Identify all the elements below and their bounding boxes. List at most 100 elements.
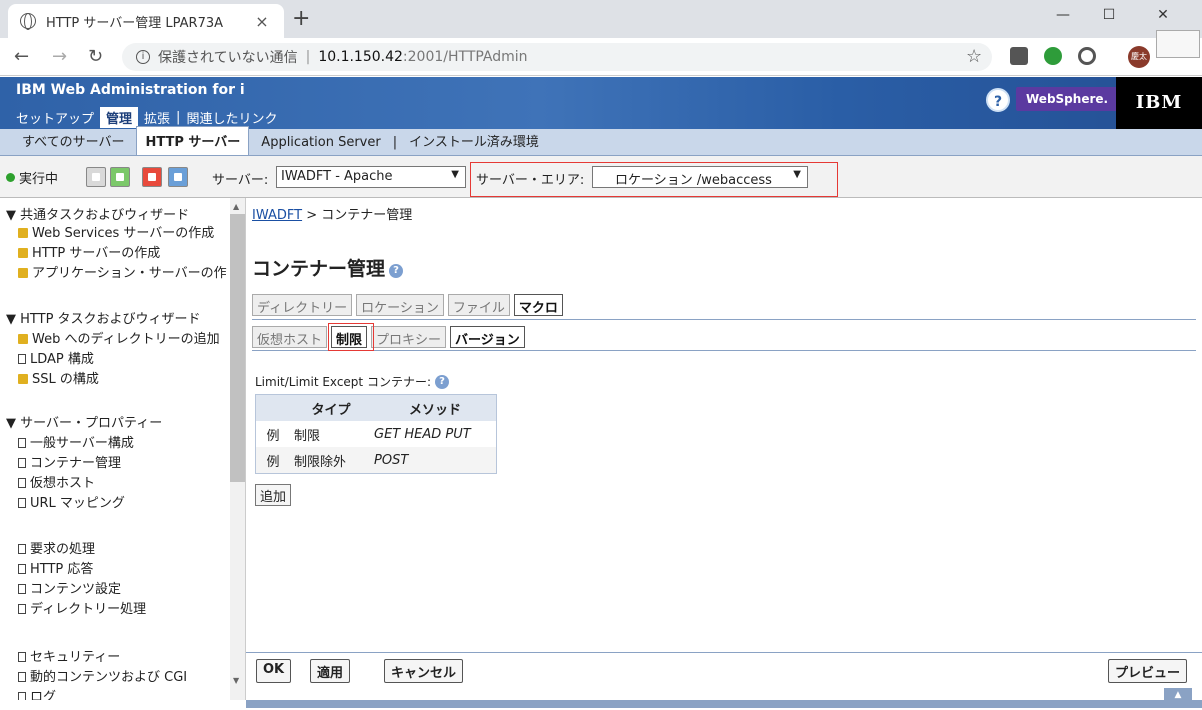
page-icon [18,458,26,468]
sidebar-item-label: URL マッピング [30,496,125,511]
tab-virtual-host[interactable]: 仮想ホスト [252,326,328,348]
sidebar-item-directory-handling[interactable]: ディレクトリー処理 [18,598,146,617]
start-button[interactable] [86,167,106,187]
sidebar-item-container-mgmt[interactable]: コンテナー管理 [18,452,121,471]
tab-application-server[interactable]: Application Server [253,135,388,155]
sidebar-item-create-app-server[interactable]: アプリケーション・サーバーの作 [18,262,227,281]
ok-button[interactable]: OK [256,659,292,683]
maximize-button[interactable]: ☐ [1086,0,1132,30]
sidebar-item-general-config[interactable]: 一般サーバー構成 [18,432,134,451]
url-host: 10.1.150.42 [318,49,403,65]
running-status-icon [6,173,15,182]
stop-button[interactable] [142,167,162,187]
page-icon [18,652,26,662]
window-close-button[interactable]: ✕ [1140,0,1186,30]
info-icon[interactable]: i [136,50,150,64]
table-row[interactable]: 例 制限除外 POST [256,447,496,473]
page-icon [18,438,26,448]
globe-icon [20,13,36,30]
extension-circle-icon[interactable] [1078,47,1096,65]
scroll-top-icon[interactable]: ▲ [1164,688,1192,702]
app-title: IBM Web Administration for i [16,82,245,98]
chevron-down-icon: ▼ [451,169,459,180]
highlight-box [328,323,374,351]
page-title: コンテナー管理? [252,254,404,281]
tab-directory[interactable]: ディレクトリー [252,294,353,316]
tab-location[interactable]: ロケーション [356,294,444,316]
tab-version[interactable]: バージョン [450,326,525,348]
sidebar-item-request-processing[interactable]: 要求の処理 [18,538,95,557]
back-icon[interactable]: ← [14,46,29,67]
minimize-button[interactable]: — [1040,0,1086,30]
refresh-button[interactable] [168,167,188,187]
sidebar-item-dynamic-content[interactable]: 動的コンテンツおよび CGI [18,666,187,685]
forward-icon[interactable]: → [52,46,67,67]
new-tab-button[interactable]: + [292,6,310,31]
scroll-up-icon[interactable]: ▲ [233,202,239,211]
sidebar-item-create-http[interactable]: HTTP サーバーの作成 [18,242,160,261]
bookmark-star-icon[interactable]: ☆ [966,46,982,67]
sidebar-item-add-directory[interactable]: Web へのディレクトリーの追加 [18,328,220,347]
sidebar-item-label: LDAP 構成 [30,352,94,367]
subnav-divider: | [392,135,398,150]
tab-file[interactable]: ファイル [447,294,510,316]
table-header: タイプ メソッド [256,395,496,421]
page-icon [18,498,26,508]
nav-setup[interactable]: セットアップ [16,108,94,127]
collapse-icon: ▼ [6,312,16,327]
sidebar-item-label: コンテナー管理 [30,456,122,471]
sidebar-item-label: Web へのディレクトリーの追加 [32,332,220,347]
nav-related-links[interactable]: 関連したリンク [186,108,277,127]
sidebar-item-logs[interactable]: ログ [18,686,56,700]
help-icon[interactable]: ? [986,88,1010,112]
tab-close-button[interactable]: × [252,12,272,31]
ime-keyboard-icon[interactable] [1156,30,1200,58]
wizard-icon [18,228,28,238]
avatar[interactable]: 慶太 [1128,46,1150,68]
nav-advanced[interactable]: 拡張 [144,108,170,127]
tab-all-servers[interactable]: すべてのサーバー [14,131,132,155]
reload-icon[interactable]: ↻ [88,46,103,67]
status-text: 実行中 [19,172,59,187]
sidebar-group-common[interactable]: ▼ 共通タスクおよびウィザード [6,204,189,223]
apply-button[interactable]: 適用 [310,659,351,683]
sidebar-item-web-services[interactable]: Web Services サーバーの作成 [18,222,214,241]
table-row[interactable]: 例 制限 GET HEAD PUT [256,421,496,447]
sidebar-item-url-mapping[interactable]: URL マッピング [18,492,125,511]
page-icon [18,564,26,574]
sidebar-item-label: 一般サーバー構成 [30,436,134,451]
highlight-box [470,162,838,197]
tab-proxy[interactable]: プロキシー [371,326,447,348]
extension-j-icon[interactable] [1010,47,1028,65]
preview-button[interactable]: プレビュー [1108,659,1188,683]
sidebar-item-content-settings[interactable]: コンテンツ設定 [18,578,121,597]
tab-installed-environments[interactable]: インストール済み環境 [401,131,547,155]
url-input[interactable]: i 保護されていない通信 | 10.1.150.42:2001/HTTPAdmi… [122,43,992,71]
cancel-button[interactable]: キャンセル [384,659,464,683]
server-select[interactable]: IWADFT - Apache ▼ [276,166,466,188]
tab-http-server[interactable]: HTTP サーバー [136,126,250,155]
sidebar-item-ssl[interactable]: SSL の構成 [18,368,99,387]
sidebar-item-security[interactable]: セキュリティー [18,646,120,665]
top-nav: セットアップ 管理 拡張 | 関連したリンク [16,107,277,128]
help-icon[interactable]: ? [435,375,449,389]
nav-manage[interactable]: 管理 [100,107,139,128]
sidebar-group-http[interactable]: ▼ HTTP タスクおよびウィザード [6,308,201,327]
tab-macro[interactable]: マクロ [513,294,563,316]
restart-button[interactable] [110,167,130,187]
scroll-down-icon[interactable]: ▼ [233,676,239,685]
breadcrumb-link[interactable]: IWADFT [252,208,302,223]
sidebar-item-http-response[interactable]: HTTP 応答 [18,558,93,577]
add-button[interactable]: 追加 [255,484,292,506]
page-title-text: コンテナー管理 [252,258,386,280]
sidebar-group-label: 共通タスクおよびウィザード [20,208,190,223]
sidebar-group-server-properties[interactable]: ▼ サーバー・プロパティー [6,412,162,431]
sidebar-item-label: セキュリティー [30,650,121,665]
sidebar-item-virtual-host[interactable]: 仮想ホスト [18,472,95,491]
browser-tab[interactable]: HTTP サーバー管理 LPAR73A × [8,4,284,38]
wizard-icon [18,248,28,258]
sidebar-scrollbar-thumb[interactable] [230,214,245,482]
help-icon[interactable]: ? [389,264,404,278]
sidebar-item-ldap[interactable]: LDAP 構成 [18,348,94,367]
extension-check-icon[interactable] [1044,47,1062,65]
